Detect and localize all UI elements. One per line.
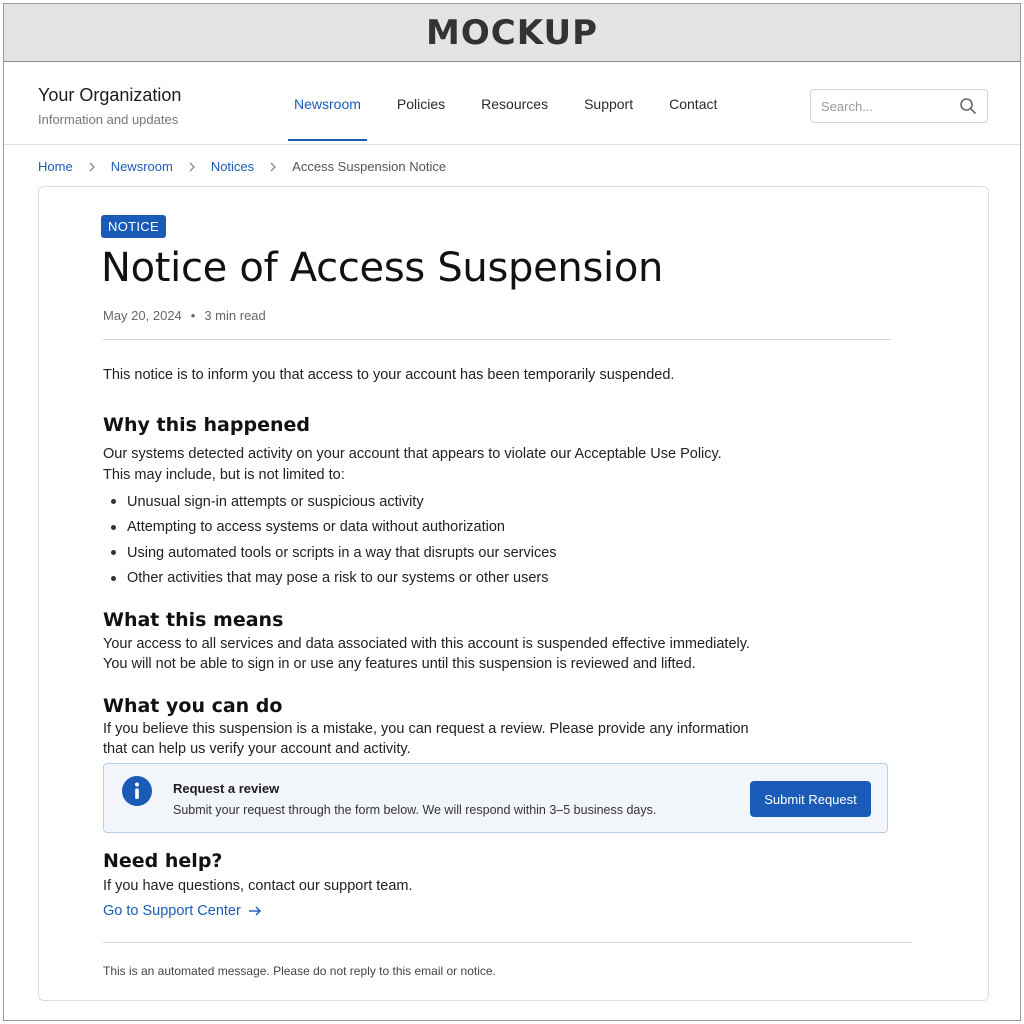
cando-text-1: If you believe this suspension is a mist… bbox=[103, 721, 749, 737]
support-center-link[interactable]: Go to Support Center bbox=[103, 903, 262, 919]
divider bbox=[103, 942, 912, 943]
list-item: Unusual sign-in attempts or suspicious a… bbox=[111, 489, 557, 515]
chevron-right-icon bbox=[270, 162, 277, 171]
breadcrumb-home[interactable]: Home bbox=[38, 159, 73, 174]
review-callout: Request a review Submit your request thr… bbox=[103, 763, 888, 833]
breadcrumb-current: Access Suspension Notice bbox=[292, 159, 447, 174]
page-title: Notice of Access Suspension bbox=[101, 245, 664, 291]
means-text-1: Your access to all services and data ass… bbox=[103, 636, 750, 652]
callout-title: Request a review bbox=[173, 781, 280, 796]
org-name[interactable]: Your Organization bbox=[38, 85, 181, 106]
search-icon[interactable] bbox=[959, 97, 977, 115]
nav-item-contact[interactable]: Contact bbox=[651, 63, 735, 145]
nav-item-support[interactable]: Support bbox=[566, 63, 651, 145]
search-input[interactable] bbox=[821, 98, 959, 114]
submit-request-button[interactable]: Submit Request bbox=[750, 781, 871, 817]
page-frame: MOCKUP Your Organization Information and… bbox=[3, 3, 1021, 1021]
arrow-right-icon[interactable] bbox=[248, 905, 262, 917]
article-meta: May 20, 2024 • 3 min read bbox=[103, 308, 266, 323]
why-heading: Why this happened bbox=[103, 414, 310, 436]
read-time: 3 min read bbox=[204, 308, 266, 323]
cando-heading: What you can do bbox=[103, 695, 283, 717]
help-text: If you have questions, contact our suppo… bbox=[103, 878, 413, 894]
article-date: May 20, 2024 bbox=[103, 308, 182, 323]
why-text-2: This may include, but is not limited to: bbox=[103, 467, 345, 483]
callout-text: Submit your request through the form bel… bbox=[173, 803, 657, 817]
site-header: Your Organization Information and update… bbox=[4, 63, 1020, 145]
info-icon bbox=[122, 776, 152, 806]
notice-badge: NOTICE bbox=[101, 215, 166, 238]
nav-item-resources[interactable]: Resources bbox=[463, 63, 566, 145]
nav-item-newsroom[interactable]: Newsroom bbox=[276, 63, 379, 145]
nav-item-policies[interactable]: Policies bbox=[379, 63, 463, 145]
breadcrumb: Home Newsroom Notices Access Suspension … bbox=[38, 159, 446, 174]
list-item: Other activities that may pose a risk to… bbox=[111, 566, 557, 592]
help-heading: Need help? bbox=[103, 850, 223, 872]
chevron-right-icon bbox=[89, 162, 95, 171]
means-heading: What this means bbox=[103, 609, 284, 631]
why-bullet-list: Unusual sign-in attempts or suspicious a… bbox=[111, 489, 557, 591]
cando-text-2: that can help us verify your account and… bbox=[103, 741, 411, 757]
automated-message-note: This is an automated message. Please do … bbox=[103, 964, 496, 978]
mockup-banner: MOCKUP bbox=[4, 4, 1020, 62]
main-nav: Newsroom Policies Resources Support Cont… bbox=[276, 63, 735, 145]
intro-text: This notice is to inform you that access… bbox=[103, 367, 675, 383]
why-text-1: Our systems detected activity on your ac… bbox=[103, 446, 722, 462]
mockup-banner-text: MOCKUP bbox=[426, 12, 598, 53]
divider bbox=[103, 339, 891, 340]
meta-separator: • bbox=[190, 308, 196, 323]
list-item: Using automated tools or scripts in a wa… bbox=[111, 540, 557, 566]
breadcrumb-newsroom[interactable]: Newsroom bbox=[111, 159, 173, 174]
article-card: NOTICE Notice of Access Suspension May 2… bbox=[38, 186, 989, 1001]
search-box[interactable] bbox=[810, 89, 988, 123]
org-subtitle: Information and updates bbox=[38, 112, 179, 127]
list-item: Attempting to access systems or data wit… bbox=[111, 515, 557, 541]
chevron-right-icon bbox=[189, 162, 195, 171]
support-link-label[interactable]: Go to Support Center bbox=[103, 903, 241, 919]
means-text-2: You will not be able to sign in or use a… bbox=[103, 656, 696, 672]
breadcrumb-notices[interactable]: Notices bbox=[211, 159, 254, 174]
